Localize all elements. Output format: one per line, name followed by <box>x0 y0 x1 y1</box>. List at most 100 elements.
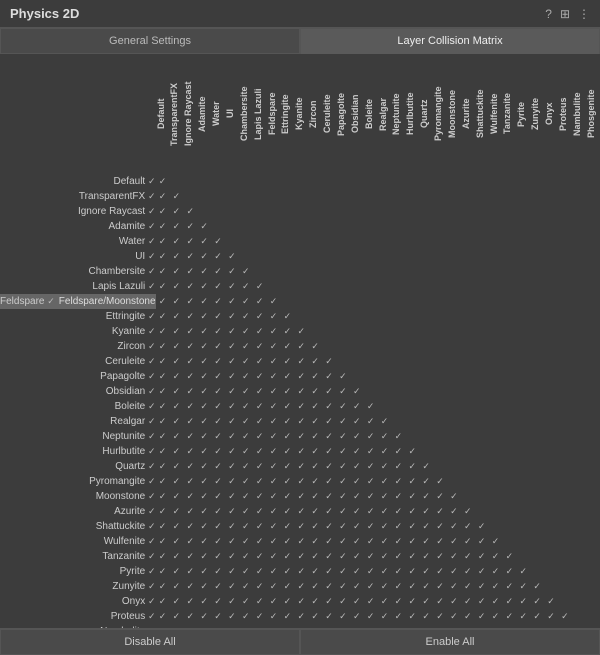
cell-5-4[interactable]: ✓ <box>211 249 225 264</box>
cell-16-31[interactable] <box>586 414 600 429</box>
cell-7-0[interactable]: ✓ <box>156 279 170 294</box>
cell-10-3[interactable]: ✓ <box>197 324 211 339</box>
cell-16-18[interactable] <box>405 414 419 429</box>
cell-17-10[interactable]: ✓ <box>294 429 308 444</box>
cell-16-9[interactable]: ✓ <box>280 414 294 429</box>
cell-23-8[interactable]: ✓ <box>267 519 281 534</box>
cell-5-30[interactable] <box>572 249 586 264</box>
row-checkbox-ceruleite[interactable]: ✓ <box>148 354 156 368</box>
cell-27-6[interactable]: ✓ <box>239 579 253 594</box>
cell-26-8[interactable]: ✓ <box>267 564 281 579</box>
cell-17-29[interactable] <box>558 429 572 444</box>
cell-8-27[interactable] <box>530 294 544 309</box>
cell-25-31[interactable] <box>586 549 600 564</box>
cell-9-23[interactable] <box>475 309 489 324</box>
cell-12-19[interactable] <box>419 354 433 369</box>
cell-16-19[interactable] <box>419 414 433 429</box>
cell-4-7[interactable] <box>253 234 267 249</box>
cell-27-21[interactable]: ✓ <box>447 579 461 594</box>
cell-17-20[interactable] <box>433 429 447 444</box>
cell-14-3[interactable]: ✓ <box>197 384 211 399</box>
cell-6-23[interactable] <box>475 264 489 279</box>
cell-8-1[interactable]: ✓ <box>169 294 183 309</box>
cell-22-1[interactable]: ✓ <box>169 504 183 519</box>
cell-24-18[interactable]: ✓ <box>405 534 419 549</box>
cell-24-29[interactable] <box>558 534 572 549</box>
cell-12-17[interactable] <box>391 354 405 369</box>
cell-13-23[interactable] <box>475 369 489 384</box>
cell-25-29[interactable] <box>558 549 572 564</box>
cell-12-21[interactable] <box>447 354 461 369</box>
cell-1-20[interactable] <box>433 189 447 204</box>
cell-21-24[interactable] <box>489 489 503 504</box>
cell-6-25[interactable] <box>502 264 516 279</box>
cell-26-1[interactable]: ✓ <box>169 564 183 579</box>
cell-27-17[interactable]: ✓ <box>391 579 405 594</box>
cell-4-18[interactable] <box>405 234 419 249</box>
cell-15-22[interactable] <box>461 399 475 414</box>
cell-21-2[interactable]: ✓ <box>183 489 197 504</box>
cell-20-6[interactable]: ✓ <box>239 474 253 489</box>
cell-18-15[interactable]: ✓ <box>364 444 378 459</box>
cell-26-12[interactable]: ✓ <box>322 564 336 579</box>
cell-2-12[interactable] <box>322 204 336 219</box>
cell-17-25[interactable] <box>502 429 516 444</box>
cell-4-31[interactable] <box>586 234 600 249</box>
cell-1-19[interactable] <box>419 189 433 204</box>
cell-19-20[interactable] <box>433 459 447 474</box>
cell-26-11[interactable]: ✓ <box>308 564 322 579</box>
cell-4-21[interactable] <box>447 234 461 249</box>
cell-6-19[interactable] <box>419 264 433 279</box>
cell-20-12[interactable]: ✓ <box>322 474 336 489</box>
cell-1-26[interactable] <box>516 189 530 204</box>
cell-28-11[interactable]: ✓ <box>308 594 322 609</box>
cell-0-27[interactable] <box>530 174 544 189</box>
cell-24-28[interactable] <box>544 534 558 549</box>
cell-8-30[interactable] <box>572 294 586 309</box>
row-checkbox-ettringite[interactable]: ✓ <box>148 309 156 323</box>
cell-19-4[interactable]: ✓ <box>211 459 225 474</box>
cell-10-7[interactable]: ✓ <box>253 324 267 339</box>
cell-12-31[interactable] <box>586 354 600 369</box>
cell-29-0[interactable]: ✓ <box>156 609 170 624</box>
cell-17-0[interactable]: ✓ <box>156 429 170 444</box>
cell-21-20[interactable]: ✓ <box>433 489 447 504</box>
cell-5-26[interactable] <box>516 249 530 264</box>
cell-18-22[interactable] <box>461 444 475 459</box>
cell-2-26[interactable] <box>516 204 530 219</box>
cell-28-26[interactable]: ✓ <box>516 594 530 609</box>
row-checkbox-realgar[interactable]: ✓ <box>148 414 156 428</box>
cell-8-10[interactable] <box>294 294 308 309</box>
cell-29-11[interactable]: ✓ <box>308 609 322 624</box>
cell-1-16[interactable] <box>378 189 392 204</box>
cell-1-18[interactable] <box>405 189 419 204</box>
cell-3-20[interactable] <box>433 219 447 234</box>
cell-6-22[interactable] <box>461 264 475 279</box>
cell-10-27[interactable] <box>530 324 544 339</box>
cell-23-15[interactable]: ✓ <box>364 519 378 534</box>
cell-8-6[interactable]: ✓ <box>239 294 253 309</box>
cell-4-23[interactable] <box>475 234 489 249</box>
cell-30-14[interactable]: ✓ <box>350 624 364 628</box>
cell-21-6[interactable]: ✓ <box>239 489 253 504</box>
cell-17-21[interactable] <box>447 429 461 444</box>
cell-7-21[interactable] <box>447 279 461 294</box>
cell-5-21[interactable] <box>447 249 461 264</box>
cell-6-13[interactable] <box>336 264 350 279</box>
cell-29-4[interactable]: ✓ <box>211 609 225 624</box>
cell-4-20[interactable] <box>433 234 447 249</box>
cell-14-15[interactable] <box>364 384 378 399</box>
cell-16-29[interactable] <box>558 414 572 429</box>
cell-10-11[interactable] <box>308 324 322 339</box>
cell-19-29[interactable] <box>558 459 572 474</box>
cell-1-22[interactable] <box>461 189 475 204</box>
cell-5-24[interactable] <box>489 249 503 264</box>
cell-22-3[interactable]: ✓ <box>197 504 211 519</box>
cell-3-30[interactable] <box>572 219 586 234</box>
cell-24-23[interactable]: ✓ <box>475 534 489 549</box>
cell-25-18[interactable]: ✓ <box>405 549 419 564</box>
cell-5-0[interactable]: ✓ <box>156 249 170 264</box>
cell-23-2[interactable]: ✓ <box>183 519 197 534</box>
cell-5-15[interactable] <box>364 249 378 264</box>
cell-10-9[interactable]: ✓ <box>280 324 294 339</box>
